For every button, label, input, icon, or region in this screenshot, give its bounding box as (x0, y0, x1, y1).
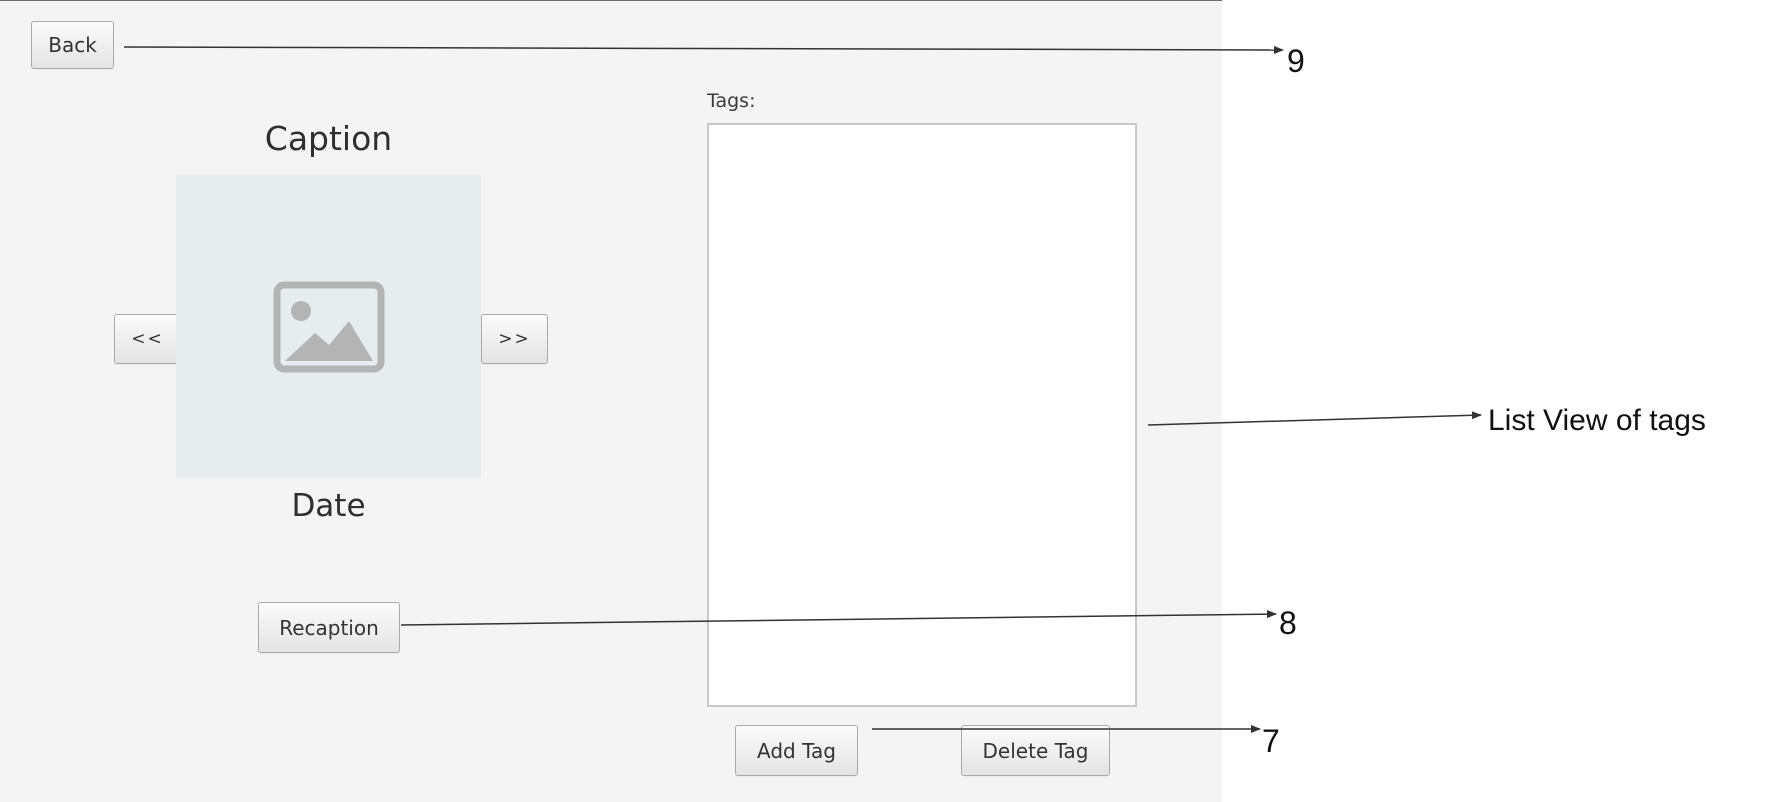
image-placeholder-icon (273, 281, 384, 372)
delete-tag-button[interactable]: Delete Tag (961, 725, 1110, 776)
add-tag-annotation-label: 7 (1262, 723, 1280, 759)
photo-caption: Caption (264, 119, 393, 158)
photo-display (176, 175, 481, 478)
screenshot-stage: Back Caption << >> Date Recaption Tags: … (0, 0, 1771, 802)
list-view-annotation-label: List View of tags (1488, 404, 1706, 437)
recaption-button[interactable]: Recaption (258, 602, 400, 653)
photo-view-window: Back Caption << >> Date Recaption Tags: … (0, 0, 1222, 802)
photo-date: Date (291, 488, 366, 524)
next-photo-button[interactable]: >> (481, 314, 548, 364)
recaption-annotation-label: 8 (1279, 605, 1297, 641)
previous-photo-button[interactable]: << (114, 314, 181, 364)
back-annotation-label: 9 (1287, 43, 1305, 79)
tags-list-view[interactable] (707, 123, 1137, 707)
add-tag-button[interactable]: Add Tag (735, 725, 858, 776)
back-button[interactable]: Back (31, 21, 114, 69)
tags-label: Tags: (707, 90, 756, 112)
